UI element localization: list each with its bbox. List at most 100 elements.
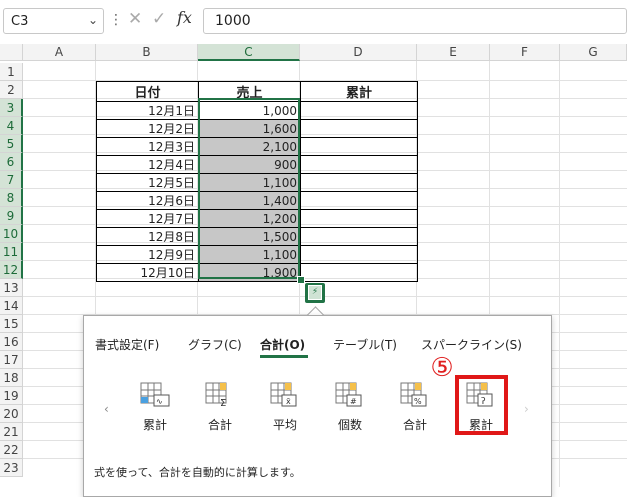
svg-text:#: #	[350, 397, 357, 406]
row-header[interactable]: 5	[0, 135, 23, 153]
header-running-total[interactable]: 累計	[300, 81, 418, 102]
sales-cell[interactable]: 1,200	[198, 209, 301, 228]
formula-input[interactable]: 1000	[203, 8, 627, 34]
table-row: 12月8日 1,500	[96, 227, 418, 246]
row-header[interactable]: 20	[0, 405, 23, 423]
date-cell[interactable]: 12月10日	[96, 263, 199, 282]
tab-tables[interactable]: テーブル(T)	[333, 336, 397, 353]
table-row: 12月6日 1,400	[96, 191, 418, 210]
sales-cell[interactable]: 1,400	[198, 191, 301, 210]
total-cell[interactable]	[300, 137, 418, 156]
fill-handle[interactable]	[297, 276, 305, 284]
column-header-a[interactable]: A	[23, 44, 96, 61]
chevron-down-icon[interactable]: ⌄	[88, 13, 98, 27]
total-cell[interactable]	[300, 263, 418, 282]
option-label: 合計	[207, 418, 232, 432]
row-header[interactable]: 16	[0, 333, 23, 351]
date-cell[interactable]: 12月3日	[96, 137, 199, 156]
row-header[interactable]: 18	[0, 369, 23, 387]
running-total-rows-option[interactable]: ∿ 累計	[130, 380, 180, 438]
row-header[interactable]: 15	[0, 315, 23, 333]
quick-analysis-button[interactable]: ⚡	[305, 283, 325, 303]
sum-icon: Σ	[205, 382, 227, 408]
date-cell[interactable]: 12月2日	[96, 119, 199, 138]
more-options-icon[interactable]: ⋮	[109, 12, 123, 28]
row-header[interactable]: 2	[0, 81, 23, 99]
date-cell[interactable]: 12月7日	[96, 209, 199, 228]
column-header-b[interactable]: B	[96, 44, 198, 61]
name-box[interactable]: C3 ⌄	[3, 8, 104, 34]
sales-cell[interactable]: 2,100	[198, 137, 301, 156]
option-label: 個数	[337, 418, 362, 432]
step-marker: ⑤	[430, 353, 454, 383]
column-header-e[interactable]: E	[417, 44, 490, 61]
row-header[interactable]: 10	[0, 225, 23, 243]
column-header-c[interactable]: C	[198, 44, 300, 61]
option-label: 累計	[142, 418, 167, 432]
sum-option[interactable]: Σ 合計	[195, 380, 245, 438]
sales-cell[interactable]: 1,100	[198, 173, 301, 192]
row-header[interactable]: 13	[0, 279, 23, 297]
row-header[interactable]: 11	[0, 243, 23, 261]
tab-formatting[interactable]: 書式設定(F)	[95, 336, 159, 353]
sales-cell[interactable]: 900	[198, 155, 301, 174]
tab-charts[interactable]: グラフ(C)	[188, 336, 242, 353]
sales-cell[interactable]: 1,100	[198, 245, 301, 264]
total-cell[interactable]	[300, 119, 418, 138]
total-cell[interactable]	[300, 173, 418, 192]
total-cell[interactable]	[300, 101, 418, 120]
tab-sparklines[interactable]: スパークライン(S)	[421, 336, 522, 353]
row-header[interactable]: 21	[0, 423, 23, 441]
cancel-icon[interactable]: ✕	[128, 9, 142, 29]
date-cell[interactable]: 12月4日	[96, 155, 199, 174]
row-header[interactable]: 9	[0, 207, 23, 225]
sales-cell[interactable]: 1,900	[198, 263, 301, 282]
date-cell[interactable]: 12月5日	[96, 173, 199, 192]
row-header[interactable]: 8	[0, 189, 23, 207]
row-header[interactable]: 17	[0, 351, 23, 369]
sales-cell[interactable]: 1,000	[198, 101, 301, 120]
percent-total-icon: %	[400, 382, 427, 407]
table-row: 12月2日 1,600	[96, 119, 418, 138]
total-cell[interactable]	[300, 227, 418, 246]
sales-cell[interactable]: 1,600	[198, 119, 301, 138]
name-box-value: C3	[11, 14, 29, 29]
date-cell[interactable]: 12月9日	[96, 245, 199, 264]
row-header[interactable]: 14	[0, 297, 23, 315]
svg-text:x̄: x̄	[286, 397, 291, 406]
column-header-f[interactable]: F	[490, 44, 560, 61]
row-header[interactable]: 22	[0, 441, 23, 459]
scroll-left-icon[interactable]: ‹	[104, 402, 109, 416]
insert-function-icon[interactable]: fx	[177, 8, 192, 27]
enter-icon[interactable]: ✓	[152, 9, 166, 29]
row-header[interactable]: 19	[0, 387, 23, 405]
count-option[interactable]: # 個数	[325, 380, 375, 438]
average-option[interactable]: x̄ 平均	[260, 380, 310, 438]
row-header[interactable]: 1	[0, 63, 23, 81]
count-icon: #	[335, 382, 362, 407]
date-cell[interactable]: 12月6日	[96, 191, 199, 210]
row-header[interactable]: 4	[0, 117, 23, 135]
date-cell[interactable]: 12月1日	[96, 101, 199, 120]
svg-text:%: %	[414, 397, 422, 406]
date-cell[interactable]: 12月8日	[96, 227, 199, 246]
percent-total-option[interactable]: % 合計	[390, 380, 440, 438]
header-date[interactable]: 日付	[96, 81, 199, 102]
row-header[interactable]: 3	[0, 99, 23, 117]
header-sales[interactable]: 売上	[198, 81, 301, 102]
column-header-d[interactable]: D	[300, 44, 417, 61]
row-header[interactable]: 23	[0, 459, 23, 477]
total-cell[interactable]	[300, 209, 418, 228]
sales-cell[interactable]: 1,500	[198, 227, 301, 246]
select-all-corner[interactable]	[0, 44, 23, 61]
total-cell[interactable]	[300, 191, 418, 210]
scroll-right-icon[interactable]: ›	[524, 402, 529, 416]
row-header[interactable]: 6	[0, 153, 23, 171]
option-label: 合計	[402, 418, 427, 432]
total-cell[interactable]	[300, 245, 418, 264]
total-cell[interactable]	[300, 155, 418, 174]
column-header-g[interactable]: G	[560, 44, 627, 61]
row-header[interactable]: 12	[0, 261, 23, 279]
row-header[interactable]: 7	[0, 171, 23, 189]
tab-totals[interactable]: 合計(O)	[260, 336, 305, 353]
